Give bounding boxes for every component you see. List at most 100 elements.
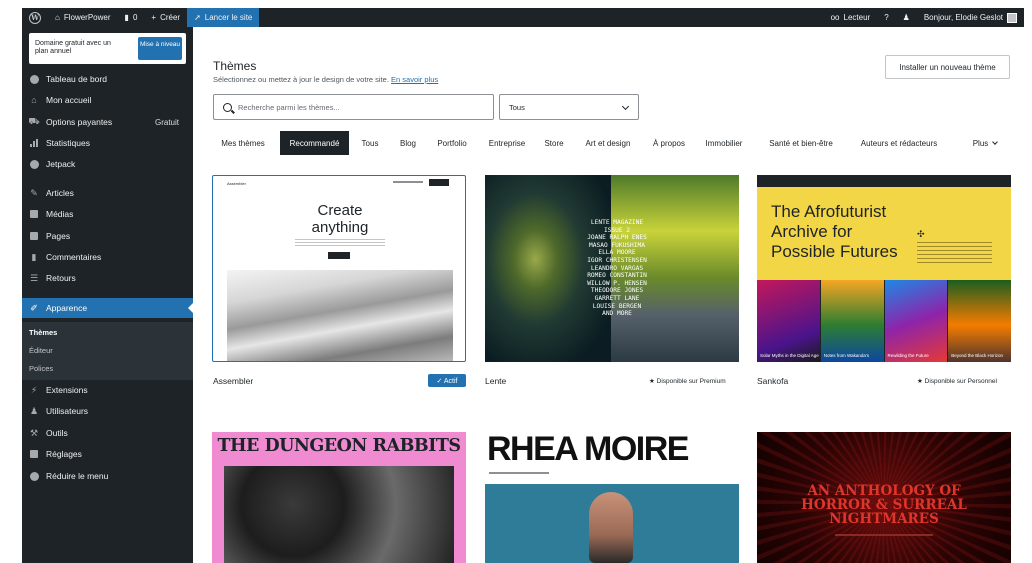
theme-card-rhea-moire[interactable]: RHEA MOIRE xyxy=(485,432,739,563)
plugin-icon: ⚡ xyxy=(30,384,38,395)
account-menu[interactable]: Bonjour, Elodie Geslot xyxy=(917,8,1024,27)
tab-real-estate[interactable]: Immobilier xyxy=(700,131,748,155)
category-tabs: Mes thèmes Recommandé Tous Blog Portfoli… xyxy=(213,131,1013,155)
site-name-link[interactable]: ⌂ FlowerPower xyxy=(48,8,118,27)
theme-name: Sankofa xyxy=(757,376,789,386)
upgrade-button[interactable]: Mise à niveau xyxy=(138,37,182,60)
reader-link[interactable]: oo Lecteur xyxy=(824,8,878,27)
sidebar-item-dashboard[interactable]: Tableau de bord xyxy=(22,69,193,89)
comment-icon: ▮ xyxy=(124,13,129,22)
sidebar-item-media[interactable]: Médias xyxy=(22,204,193,224)
sidebar-item-stats[interactable]: Statistiques xyxy=(22,133,193,153)
tab-about[interactable]: À propos xyxy=(649,131,689,155)
theme-card-dungeon-rabbits[interactable]: THE DUNGEON RABBITS xyxy=(212,432,466,563)
admin-bar: W ⌂ FlowerPower ▮ 0 + Créer ➚ Lancer le … xyxy=(22,8,1024,27)
free-badge: Gratuit xyxy=(154,117,179,127)
sidebar-item-posts[interactable]: ✎ Articles xyxy=(22,183,193,203)
sankofa-logo-icon: ✣ xyxy=(917,229,925,239)
tab-health-wellness[interactable]: Santé et bien-être xyxy=(762,131,840,155)
avatar xyxy=(1007,12,1017,23)
notifications-icon[interactable]: ♟ xyxy=(896,8,917,27)
tab-portfolio[interactable]: Portfolio xyxy=(432,131,472,155)
sidebar-item-jetpack[interactable]: Jetpack xyxy=(22,154,193,174)
comments-link[interactable]: ▮ 0 xyxy=(118,8,145,27)
sidebar-item-pages[interactable]: Pages xyxy=(22,226,193,246)
preview-heading: AN ANTHOLOGY OF HORROR & SURREAL NIGHTMA… xyxy=(801,483,967,527)
cart-icon: ⛟ xyxy=(28,116,40,126)
install-theme-button[interactable]: Installer un nouveau thème xyxy=(885,55,1010,79)
help-icon[interactable]: ? xyxy=(877,8,895,27)
tab-recommended[interactable]: Recommandé xyxy=(280,131,349,155)
page-title: Thèmes xyxy=(213,59,257,73)
theme-card-lente[interactable]: LENTE MAGAZINE ISSUE 2 JOANE RALPH ENES … xyxy=(485,175,739,362)
tab-store[interactable]: Store xyxy=(541,131,567,155)
brush-icon: ✐ xyxy=(30,302,38,313)
sidebar-item-collapse[interactable]: Réduire le menu xyxy=(22,466,193,486)
preview-tile: Solar Myths in the Digital Age xyxy=(757,280,821,362)
create-link[interactable]: + Créer xyxy=(144,8,187,27)
submenu-item-themes[interactable]: Thèmes xyxy=(29,328,57,337)
collapse-icon xyxy=(29,471,39,481)
feedback-icon: ☰ xyxy=(29,272,39,283)
preview-brand: Assembler xyxy=(227,181,246,186)
preview-heading: RHEA MOIRE xyxy=(487,432,689,468)
theme-search[interactable] xyxy=(213,94,494,120)
tab-art-design[interactable]: Art et design xyxy=(580,131,636,155)
plus-icon: + xyxy=(151,13,157,22)
rocket-icon: ➚ xyxy=(194,13,201,22)
users-icon: ♟ xyxy=(29,405,39,416)
sidebar-item-plugins[interactable]: ⚡ Extensions xyxy=(22,380,193,400)
tab-more[interactable]: Plus xyxy=(965,131,1005,155)
search-icon xyxy=(223,102,232,112)
upsell-banner: Domaine gratuit avec un plan annuel Mise… xyxy=(29,33,186,64)
home-icon: ⌂ xyxy=(55,13,60,22)
preview-image xyxy=(224,466,454,563)
tab-blog[interactable]: Blog xyxy=(393,131,423,155)
sidebar-item-appearance[interactable]: ✐ Apparence xyxy=(22,298,193,318)
tab-all[interactable]: Tous xyxy=(356,131,384,155)
sidebar: Domaine gratuit avec un plan annuel Mise… xyxy=(22,27,193,563)
upsell-text: Domaine gratuit avec un plan annuel xyxy=(35,40,111,55)
settings-icon xyxy=(29,449,39,459)
preview-image xyxy=(227,270,453,361)
theme-name: Lente xyxy=(485,376,507,386)
comment-icon: ▮ xyxy=(31,251,37,262)
sidebar-item-settings[interactable]: Réglages xyxy=(22,444,193,464)
preview-text: LENTE MAGAZINE ISSUE 2 JOANE RALPH ENES … xyxy=(587,219,647,318)
sidebar-item-tools[interactable]: ⚒ Outils xyxy=(22,423,193,443)
filter-select[interactable]: Tous xyxy=(499,94,639,120)
page-icon xyxy=(29,231,39,241)
submenu-item-editor[interactable]: Éditeur xyxy=(29,346,53,355)
theme-name: Assembler xyxy=(213,376,254,386)
preview-heading: THE DUNGEON RABBITS xyxy=(217,436,461,456)
tools-icon: ⚒ xyxy=(29,427,39,438)
tab-authors-writers[interactable]: Auteurs et rédacteurs xyxy=(854,131,944,155)
sidebar-item-home[interactable]: ⌂ Mon accueil xyxy=(22,90,193,110)
sidebar-item-users[interactable]: ♟ Utilisateurs xyxy=(22,401,193,421)
home-icon: ⌂ xyxy=(31,95,37,105)
premium-status: ★ Disponible sur Premium xyxy=(649,378,726,385)
sidebar-item-paid-options[interactable]: ⛟ Options payantes Gratuit xyxy=(22,112,193,132)
submenu-item-fonts[interactable]: Polices xyxy=(29,364,53,373)
learn-more-link[interactable]: En savoir plus xyxy=(391,75,438,84)
preview-tile: Beyond the Black Horizon xyxy=(948,280,1011,362)
tab-business[interactable]: Entreprise xyxy=(485,131,529,155)
search-input[interactable] xyxy=(238,102,478,112)
stats-icon xyxy=(29,138,39,148)
jetpack-icon xyxy=(29,159,39,169)
personal-status: ★ Disponible sur Personnel xyxy=(917,378,997,385)
theme-card-sankofa[interactable]: The Afrofuturist Archive for Possible Fu… xyxy=(757,175,1011,362)
tab-my-themes[interactable]: Mes thèmes xyxy=(213,131,273,155)
preview-heading: Create anything xyxy=(311,202,369,236)
sidebar-item-comments[interactable]: ▮ Commentaires xyxy=(22,247,193,267)
chevron-down-icon xyxy=(621,102,630,111)
chevron-down-icon xyxy=(992,138,999,145)
preview-image xyxy=(485,484,739,563)
sidebar-item-feedback[interactable]: ☰ Retours xyxy=(22,268,193,288)
wordpress-logo-icon[interactable]: W xyxy=(22,8,48,27)
theme-card-assembler[interactable]: Assembler Create anything xyxy=(212,175,466,362)
glasses-icon: oo xyxy=(830,13,840,22)
launch-site-button[interactable]: ➚ Lancer le site xyxy=(187,8,260,27)
preview-heading: The Afrofuturist Archive for Possible Fu… xyxy=(771,202,898,261)
theme-card-horror-anthology[interactable]: AN ANTHOLOGY OF HORROR & SURREAL NIGHTMA… xyxy=(757,432,1011,563)
